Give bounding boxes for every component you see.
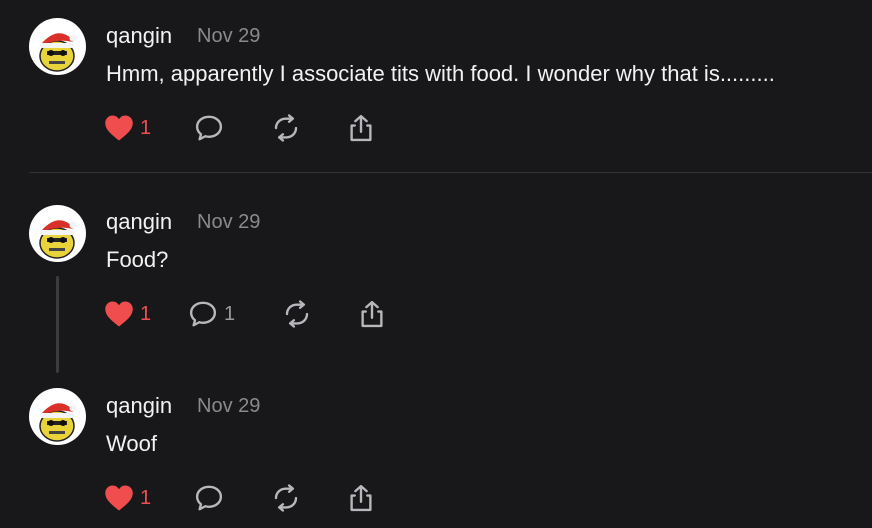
author-name[interactable]: qangin (106, 24, 172, 48)
avatar-icon (39, 33, 77, 72)
divider (29, 172, 872, 173)
post-actions: 1 (104, 112, 404, 144)
repost-icon (274, 484, 298, 512)
post-text: Hmm, apparently I associate tits with fo… (106, 61, 775, 86)
share-icon (350, 114, 372, 142)
post-actions: 1 (104, 482, 404, 514)
post-date: Nov 29 (197, 211, 261, 233)
heart-icon (105, 301, 133, 327)
heart-icon (105, 485, 133, 511)
repost-icon (285, 300, 309, 328)
avatar-icon (39, 403, 77, 442)
like-count: 1 (140, 487, 152, 509)
like-count: 1 (140, 303, 152, 325)
post-text: Food? (106, 247, 169, 272)
comment-icon (195, 115, 223, 141)
post-actions: 1 1 (104, 298, 404, 330)
avatar[interactable] (29, 388, 86, 445)
author-name[interactable]: qangin (106, 210, 172, 234)
like-count: 1 (140, 117, 152, 139)
like-button[interactable]: 1 (104, 112, 151, 144)
heart-icon (105, 115, 133, 141)
like-button[interactable]: 1 (104, 482, 151, 514)
reply-button[interactable] (194, 482, 224, 514)
reply-button[interactable] (194, 112, 224, 144)
author-name[interactable]: qangin (106, 394, 172, 418)
repost-button[interactable] (271, 112, 301, 144)
share-button[interactable] (346, 112, 376, 144)
repost-icon (274, 114, 298, 142)
reply-count: 1 (224, 303, 236, 325)
post-date: Nov 29 (197, 25, 261, 47)
share-icon (361, 300, 383, 328)
share-button[interactable] (346, 482, 376, 514)
avatar-icon (39, 220, 77, 259)
thread-line (56, 276, 59, 373)
avatar[interactable] (29, 18, 86, 75)
repost-button[interactable] (282, 298, 312, 330)
repost-button[interactable] (271, 482, 301, 514)
post-date: Nov 29 (197, 395, 261, 417)
share-icon (350, 484, 372, 512)
reply-button[interactable]: 1 (188, 298, 235, 330)
avatar[interactable] (29, 205, 86, 262)
comment-icon (195, 485, 223, 511)
comment-icon (189, 301, 217, 327)
post-text: Woof (106, 431, 157, 456)
share-button[interactable] (357, 298, 387, 330)
like-button[interactable]: 1 (104, 298, 151, 330)
